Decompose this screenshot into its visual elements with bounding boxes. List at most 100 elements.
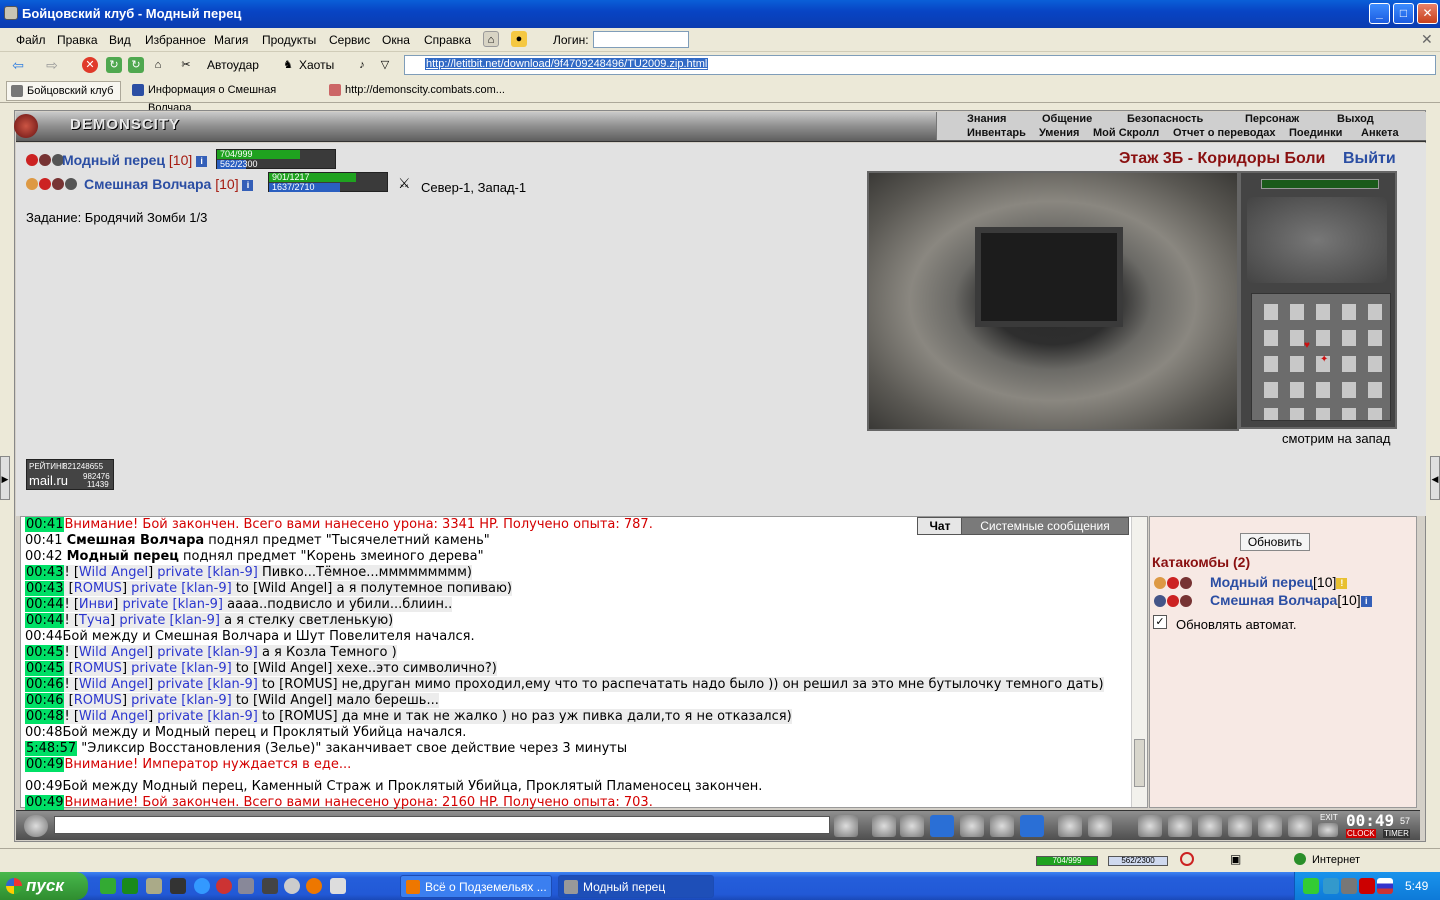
menu-file[interactable]: Файл	[16, 33, 46, 47]
minimize-button[interactable]: _	[1369, 3, 1390, 24]
chat-private-tag[interactable]: private [klan-9]	[157, 645, 258, 660]
filter-chat-icon[interactable]	[900, 815, 924, 837]
chat-private-tag[interactable]: private [klan-9]	[157, 565, 258, 580]
language-icon[interactable]	[1377, 878, 1393, 894]
chat-timestamp[interactable]: 00:46	[25, 677, 65, 692]
smile-icon[interactable]	[1058, 815, 1082, 837]
login-select[interactable]	[593, 31, 689, 48]
chat-scrollbar[interactable]	[1131, 517, 1147, 807]
brain-icon[interactable]	[1198, 815, 1222, 837]
chat-private-tag[interactable]: private [klan-9]	[131, 581, 232, 596]
quicklaunch-4-icon[interactable]	[170, 878, 186, 894]
task-game[interactable]: Модный перец	[558, 875, 714, 898]
chat-timestamp[interactable]: 00:45	[25, 645, 65, 660]
save-log-icon[interactable]	[930, 815, 954, 837]
chat-private-tag[interactable]: private [klan-9]	[131, 661, 232, 676]
tab-system-messages[interactable]: Системные сообщения	[961, 517, 1129, 535]
menu-edit[interactable]: Правка	[57, 33, 98, 47]
tray-1-icon[interactable]	[1303, 878, 1319, 894]
nav-skills[interactable]: Умения	[1039, 127, 1079, 139]
chat-private-tag[interactable]: private [klan-9]	[131, 693, 232, 708]
chat-timestamp[interactable]: 00:49	[25, 779, 62, 794]
right-panel-arrow-icon[interactable]: ◀	[1430, 456, 1440, 500]
chat-sender[interactable]: Wild Angel	[79, 645, 148, 660]
back-icon[interactable]: ⇦	[10, 57, 26, 73]
send-icon[interactable]	[834, 815, 858, 837]
refresh-button[interactable]: Обновить	[1240, 533, 1310, 551]
tray-4-icon[interactable]	[1359, 878, 1375, 894]
chat-timestamp[interactable]: 00:41	[25, 517, 65, 532]
nav-inventory[interactable]: Инвентарь	[967, 127, 1026, 139]
chat-input[interactable]	[54, 816, 830, 834]
nav-duels[interactable]: Поединки	[1289, 127, 1342, 139]
chaots-button[interactable]: Хаоты	[299, 56, 334, 74]
chat-sender[interactable]: Инви	[79, 597, 113, 612]
user2-info-icon[interactable]: i	[1360, 596, 1372, 607]
gears-icon[interactable]	[1228, 815, 1252, 837]
address-url[interactable]: http://letitbit.net/download/9f470924849…	[425, 58, 709, 70]
chat-timestamp[interactable]: 00:44	[25, 629, 62, 644]
chat-sender[interactable]: Смешная Волчара	[67, 533, 205, 548]
flag-icon[interactable]	[1288, 815, 1312, 837]
online-user-1[interactable]: Модный перец[10]!	[1210, 574, 1348, 590]
menu-help[interactable]: Справка	[424, 33, 471, 47]
home-icon[interactable]: ⌂	[483, 31, 499, 47]
auto-refresh-checkbox[interactable]: ✓	[1153, 615, 1167, 629]
online-user-2[interactable]: Смешная Волчара[10] i	[1210, 592, 1372, 608]
chat-log[interactable]: Чат Системные сообщения 00:41Внимание! Б…	[20, 516, 1148, 810]
chat-timestamp[interactable]: 00:43	[25, 565, 65, 580]
chat-scroll-thumb[interactable]	[1134, 739, 1145, 787]
mask-icon[interactable]	[1088, 815, 1112, 837]
ie-icon[interactable]	[194, 878, 210, 894]
chat-mode-icon[interactable]	[24, 815, 48, 837]
chat-sender[interactable]: ROMUS	[74, 693, 122, 708]
chat-sender[interactable]: Wild Angel	[79, 677, 148, 692]
chat-timestamp[interactable]: 00:44	[25, 613, 65, 628]
menu-products[interactable]: Продукты	[262, 33, 316, 47]
music-icon[interactable]	[1020, 815, 1044, 837]
eraser-icon[interactable]	[872, 815, 896, 837]
nav-knowledge[interactable]: Знания	[967, 113, 1006, 125]
tray-2-icon[interactable]	[1323, 878, 1339, 894]
stop-icon[interactable]: ✕	[82, 57, 98, 73]
chat-timestamp[interactable]: 5:48:57	[25, 741, 78, 756]
tab-info[interactable]: Информация о Смешная Волчара	[128, 81, 318, 114]
chat-timestamp[interactable]: 00:48	[25, 709, 65, 724]
nav-security[interactable]: Безопасность	[1127, 113, 1203, 125]
chat-timestamp[interactable]: 00:46	[25, 693, 65, 708]
mailru-rating-counter[interactable]: РЕЙТИНГ 821248655 mail.ru 982476 11439	[26, 459, 114, 490]
chat-private-tag[interactable]: private [klan-9]	[157, 709, 258, 724]
opera-icon[interactable]	[216, 878, 232, 894]
quicklaunch-7-icon[interactable]	[238, 878, 254, 894]
chat-sender[interactable]: ROMUS	[74, 661, 122, 676]
maximize-button[interactable]: □	[1393, 3, 1414, 24]
chat-timestamp[interactable]: 00:45	[25, 661, 65, 676]
tab-fight-club[interactable]: Бойцовский клуб	[6, 81, 121, 101]
close-toolbar-icon[interactable]: ✕	[1421, 31, 1433, 48]
filter-icon[interactable]: ▽	[377, 57, 393, 73]
start-button[interactable]: пуск	[0, 872, 88, 900]
menu-view[interactable]: Вид	[109, 33, 131, 47]
exit-label[interactable]: EXIT	[1320, 813, 1338, 822]
bulb-icon[interactable]: ●	[511, 31, 527, 47]
task-dungeons[interactable]: Всё о Подземельях ...	[400, 875, 552, 898]
nav-communication[interactable]: Общение	[1042, 113, 1092, 125]
chat-sender[interactable]: Туча	[79, 613, 110, 628]
quicklaunch-2-icon[interactable]	[122, 878, 138, 894]
tools-icon[interactable]: ✂	[178, 57, 194, 73]
menu-favorites[interactable]: Избранное	[145, 33, 206, 47]
nav-transfers[interactable]: Отчет о переводах	[1173, 127, 1276, 139]
forward-icon[interactable]: ⇨	[44, 57, 60, 73]
nav-scroll[interactable]: Мой Скролл	[1093, 127, 1159, 139]
tray-clock[interactable]: 5:49	[1405, 879, 1428, 893]
dungeon-view[interactable]	[867, 171, 1239, 431]
speed-icon[interactable]	[990, 815, 1014, 837]
castle-icon[interactable]	[1258, 815, 1282, 837]
player1-info-icon[interactable]: i	[196, 156, 208, 167]
chat-sender[interactable]: Wild Angel	[79, 709, 148, 724]
nav-profile[interactable]: Анкета	[1361, 127, 1399, 139]
chat-sender[interactable]: Модный перец	[67, 549, 179, 564]
refresh-icon[interactable]: ↻	[106, 57, 122, 73]
player1-name[interactable]: Модный перец [10] i	[62, 152, 208, 168]
sound-icon[interactable]: ♪	[354, 57, 370, 73]
